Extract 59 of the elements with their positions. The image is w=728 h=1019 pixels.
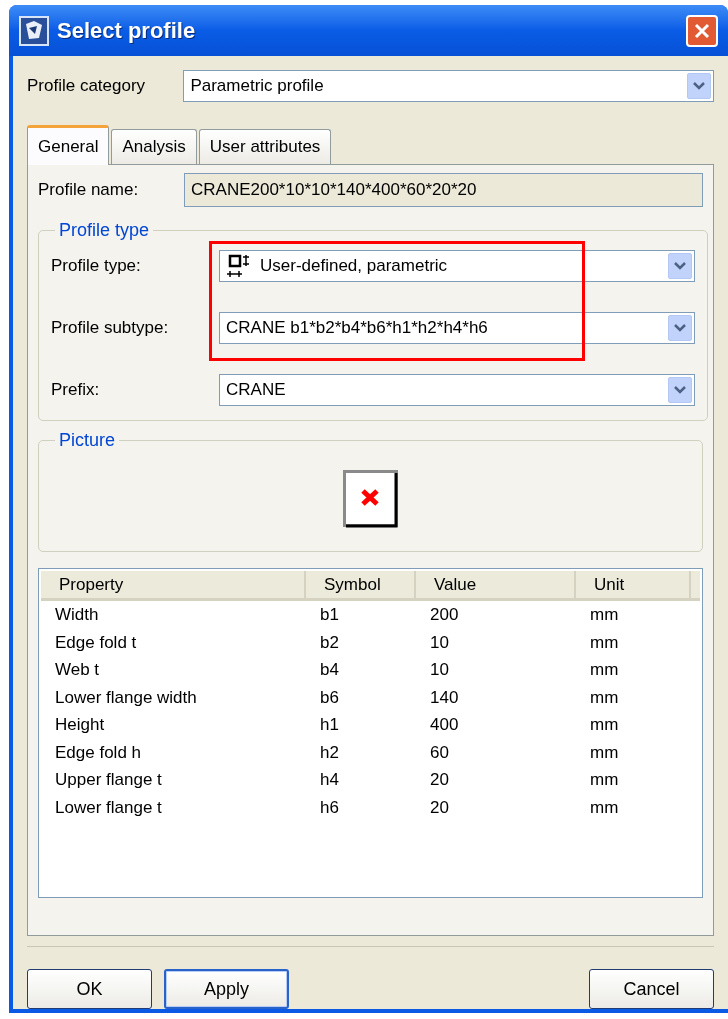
column-header[interactable]: Value [416,571,576,598]
table-cell-text: 400 [429,714,460,736]
table-cell-text: b6 [319,686,340,709]
tab[interactable]: General [27,125,110,165]
table-cell-text: h4 [319,769,340,791]
table-cell-text: 200 [429,604,460,626]
app-icon [19,15,49,46]
table-cell-text: 10 [429,631,450,654]
broken-image-icon [342,470,399,528]
table-cell-text: 140 [429,686,460,709]
table-cell-text: h6 [319,796,340,819]
table-cell-text: Web t [54,659,101,681]
table-cell-text: Edge fold h [54,741,142,764]
field-label: Profile category [27,75,147,98]
table-cell-text: b2 [319,631,340,654]
table-cell-text: Width [54,604,100,626]
table-cell-text: h2 [319,741,340,764]
column-header[interactable]: Property [41,571,306,598]
close-button[interactable] [686,14,718,47]
group-title: Picture [58,429,117,452]
table-cell-text: mm [589,796,620,819]
dialog-button[interactable]: Apply [164,969,289,1009]
table-cell-text: Lower flange width [54,686,198,709]
column-header[interactable]: Symbol [306,571,416,598]
table-cell-text: mm [589,769,620,791]
table-cell-text: b4 [319,659,340,681]
dropdown-field[interactable]: User-defined, parametric [219,250,695,282]
tab[interactable]: User attributes [198,129,332,164]
table-cell-text: mm [589,714,620,736]
table-cell-text: h1 [319,714,340,736]
tab[interactable]: Analysis [111,129,197,164]
field-label: Profile subtype: [51,317,170,340]
dropdown-field[interactable]: CRANE b1*b2*b4*b6*h1*h2*h4*h6 [219,312,695,344]
column-header[interactable]: Unit [576,571,691,598]
table-cell-text: mm [589,686,620,709]
table-cell-text: mm [589,631,620,654]
field-label: Profile type: [51,255,142,278]
table-cell-text: 60 [429,741,450,764]
group-title: Profile type [58,219,151,242]
field-label: Profile name: [38,179,140,202]
table-cell-text: 20 [429,796,450,819]
table-cell-text: Edge fold t [54,631,138,654]
table-cell-text: 20 [429,769,450,791]
table-cell-text: mm [589,604,620,626]
window-title: Select profile [57,17,197,45]
table-cell-text: Height [54,714,106,736]
table-cell-text: mm [589,659,620,681]
close-icon [694,22,710,39]
dropdown-field[interactable]: CRANE [219,374,695,406]
table-cell-text: 10 [429,659,450,681]
profile-name-field[interactable]: CRANE200*10*10*140*400*60*20*20 [184,173,703,207]
table-cell-text: mm [589,741,620,764]
table-cell-text: Lower flange t [54,796,163,819]
field-label: Prefix: [51,379,101,402]
dialog-button[interactable]: OK [27,969,152,1009]
table-cell-text: Upper flange t [54,769,163,791]
dialog-button[interactable]: Cancel [589,969,714,1009]
table-cell-text: b1 [319,604,340,626]
dropdown-field[interactable]: Parametric profile [183,70,714,102]
